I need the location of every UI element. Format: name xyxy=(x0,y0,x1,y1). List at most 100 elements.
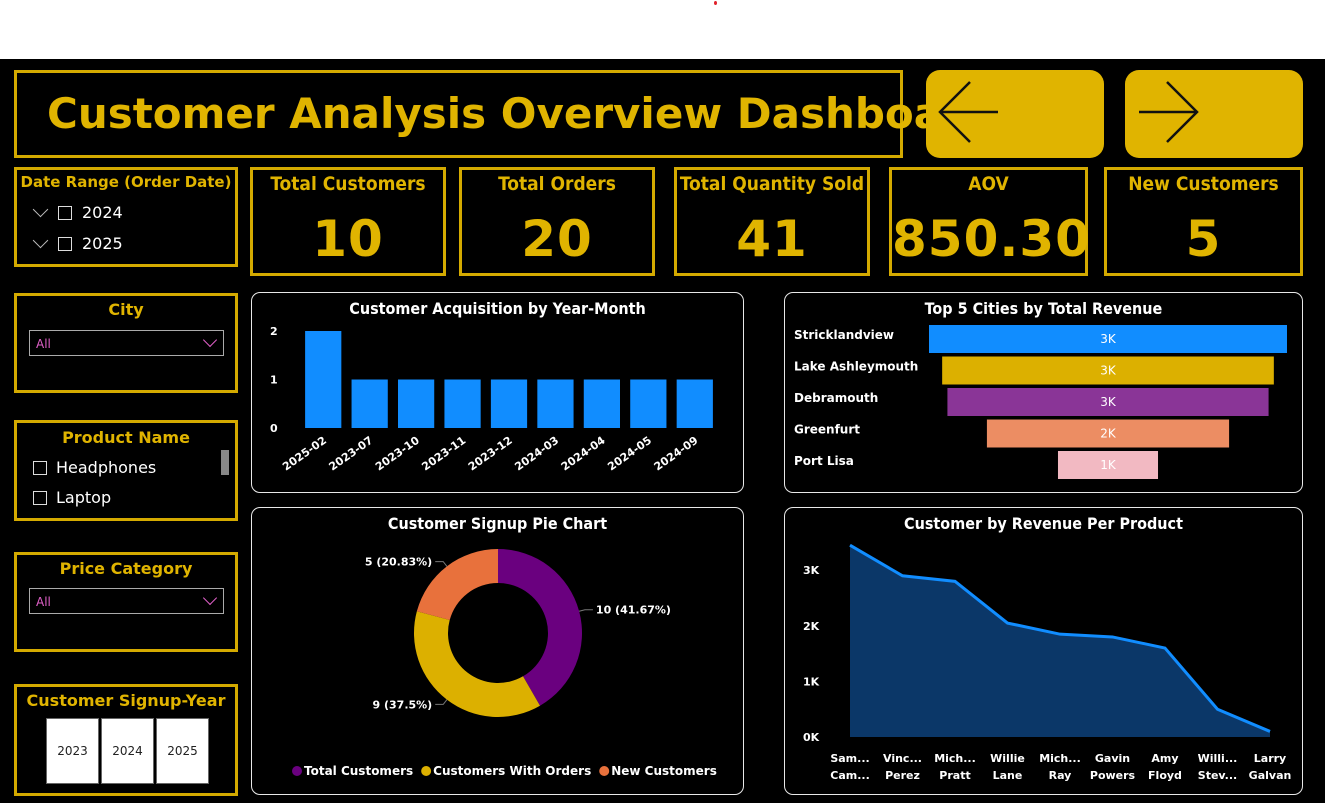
dropdown-value: All xyxy=(36,337,51,351)
bar[interactable] xyxy=(397,379,435,429)
x-tick-label: Willie xyxy=(990,752,1025,765)
bar[interactable] xyxy=(676,379,713,429)
signup-donut-chart: 10 (41.67%) 9 (37.5%) 5 (20.83%) Total Cust… xyxy=(292,549,717,778)
city-slicer: City All xyxy=(14,293,238,393)
x-tick-label: Galvan xyxy=(1249,769,1292,782)
checkbox[interactable] xyxy=(33,490,47,505)
x-tick-label: Mich... xyxy=(934,752,976,765)
bar[interactable] xyxy=(630,379,667,429)
top-bar xyxy=(0,0,1325,59)
kpi-new-customers: New Customers 5 xyxy=(1104,167,1303,276)
x-tick-label: 2024-03 xyxy=(512,434,561,474)
price-category-slicer: Price Category All xyxy=(14,552,238,652)
category-label: Debramouth xyxy=(794,391,878,405)
bar[interactable] xyxy=(583,379,621,429)
x-tick-label: 2023-10 xyxy=(373,434,422,474)
kpi-value: 20 xyxy=(521,210,593,268)
y-tick-label: 3K xyxy=(803,564,820,577)
y-tick-label: 1 xyxy=(270,374,278,387)
checkbox[interactable] xyxy=(33,460,47,475)
x-tick-label: Stev... xyxy=(1198,769,1237,782)
data-label: 2K xyxy=(1100,427,1117,441)
leader-line xyxy=(579,609,593,612)
chevron-down-icon[interactable] xyxy=(32,201,49,218)
legend-label: Total Customers xyxy=(304,764,413,778)
year-tile-2023[interactable]: 2023 xyxy=(46,718,99,784)
year-tile-2025[interactable]: 2025 xyxy=(156,718,209,784)
x-tick-label: Vinc... xyxy=(883,752,922,765)
x-tick-label: Mich... xyxy=(1039,752,1081,765)
product-name-slicer: Product Name Headphones Laptop xyxy=(14,420,238,521)
x-tick-label: 2023-07 xyxy=(327,434,376,474)
legend-marker xyxy=(599,766,610,776)
date-range-slicer: Date Range (Order Date) 2024 2025 xyxy=(14,167,238,267)
year-tile-2024[interactable]: 2024 xyxy=(101,718,154,784)
category-label: Stricklandview xyxy=(794,328,894,342)
kpi-aov: AOV 850.30 xyxy=(889,167,1090,276)
x-tick-label: Amy xyxy=(1151,752,1178,765)
date-item-label: 2025 xyxy=(82,234,123,253)
bar[interactable] xyxy=(490,379,528,429)
checkbox[interactable] xyxy=(58,236,72,251)
signup-pie-panel: Customer Signup Pie Chart 10 (41.67%) 9 (… xyxy=(251,507,744,795)
chevron-down-icon xyxy=(202,332,218,348)
back-button[interactable] xyxy=(926,70,1104,158)
slicer-title: Date Range (Order Date) xyxy=(20,173,232,191)
y-tick-label: 2K xyxy=(803,620,820,633)
kpi-value: 41 xyxy=(736,210,808,268)
kpi-label: AOV xyxy=(968,173,1009,195)
category-label: Lake Ashleymouth xyxy=(794,360,918,374)
slicer-title: City xyxy=(108,300,144,319)
checkbox[interactable] xyxy=(58,205,72,220)
dropdown-value: All xyxy=(36,595,51,609)
kpi-label: Total Quantity Sold xyxy=(679,173,865,195)
y-tick-label: 0K xyxy=(803,731,820,744)
date-item-2025[interactable]: 2025 xyxy=(32,232,123,253)
pie-slice[interactable] xyxy=(414,611,540,717)
x-tick-label: Gavin xyxy=(1095,752,1130,765)
date-item-2024[interactable]: 2024 xyxy=(32,201,123,222)
x-tick-label: 2025-02 xyxy=(280,434,329,474)
product-item-headphones[interactable]: Headphones xyxy=(33,458,156,477)
acquisition-bar-chart: 0122025-022023-072023-102023-112023-1220… xyxy=(270,325,713,474)
bar[interactable] xyxy=(537,379,574,429)
bar[interactable] xyxy=(305,331,342,428)
x-tick-label: Sam... xyxy=(830,752,869,765)
slicer-title: Price Category xyxy=(59,559,193,578)
city-dropdown[interactable]: All xyxy=(29,330,224,356)
cities-funnel-chart: Stricklandview 3K Lake Ashleymouth 3K Debram… xyxy=(794,325,1287,479)
price-category-dropdown[interactable]: All xyxy=(29,588,224,614)
forward-button[interactable] xyxy=(1125,70,1303,158)
x-tick-label: 2023-12 xyxy=(466,434,515,474)
slicer-title: Product Name xyxy=(62,428,190,447)
slice-label: 5 (20.83%) xyxy=(365,556,432,569)
kpi-value: 10 xyxy=(312,210,384,268)
x-tick-label: Pratt xyxy=(939,769,970,782)
kpi-label: Total Orders xyxy=(498,173,616,195)
leader-line xyxy=(435,561,448,567)
x-tick-label: Willi... xyxy=(1198,752,1238,765)
x-tick-label: 2024-09 xyxy=(652,434,701,474)
signup-year-slicer: Customer Signup-Year 2023 2024 2025 xyxy=(14,684,238,796)
category-label: Greenfurt xyxy=(794,423,860,437)
x-tick-label: Floyd xyxy=(1148,769,1182,782)
revenue-area-chart: 0K 1K 2K 3K Sam... Cam... Vinc... Perez Mich... P… xyxy=(803,543,1292,782)
category-label: Port Lisa xyxy=(794,454,854,468)
scrollbar[interactable] xyxy=(221,450,229,475)
x-tick-label: 2024-04 xyxy=(559,434,608,474)
chevron-down-icon xyxy=(202,590,218,606)
kpi-total-orders: Total Orders 20 xyxy=(459,167,655,276)
kpi-label: New Customers xyxy=(1128,173,1279,195)
legend-marker xyxy=(421,766,432,776)
kpi-label: Total Customers xyxy=(270,173,426,195)
chevron-down-icon[interactable] xyxy=(32,232,49,249)
data-label: 3K xyxy=(1100,364,1117,378)
bar[interactable] xyxy=(351,379,388,429)
product-item-laptop[interactable]: Laptop xyxy=(33,488,111,507)
kpi-total-customers: Total Customers 10 xyxy=(250,167,446,276)
bar[interactable] xyxy=(444,379,481,429)
y-tick-label: 2 xyxy=(270,325,278,338)
y-tick-label: 0 xyxy=(270,422,278,435)
kpi-total-quantity-sold: Total Quantity Sold 41 xyxy=(674,167,870,276)
y-tick-label: 1K xyxy=(803,675,820,688)
